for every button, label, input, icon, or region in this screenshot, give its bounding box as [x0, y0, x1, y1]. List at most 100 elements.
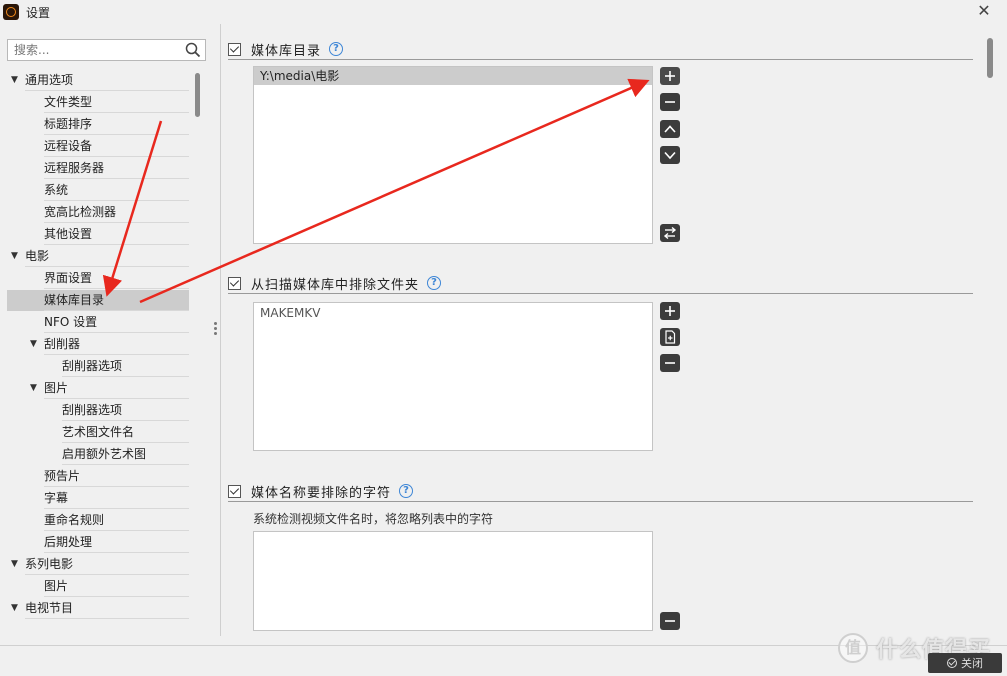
row-separator: [25, 266, 189, 267]
sidebar-item-label: 图片: [44, 579, 69, 593]
library-dir-item[interactable]: Y:\media\电影: [254, 67, 652, 85]
row-separator: [44, 288, 189, 289]
window-title: 设置: [26, 5, 51, 20]
sidebar-item[interactable]: 图片: [7, 576, 189, 597]
row-separator: [44, 244, 189, 245]
remove-strip-char-button[interactable]: [660, 612, 680, 630]
sidebar-item[interactable]: 媒体库目录: [7, 290, 189, 311]
sidebar-item[interactable]: 其他设置: [7, 224, 189, 245]
sidebar-item[interactable]: ▼ 电影: [7, 246, 189, 267]
search-icon[interactable]: [185, 42, 201, 58]
sidebar-item[interactable]: ▼ 图片: [7, 378, 189, 399]
sidebar-item-label: 标题排序: [44, 117, 93, 131]
row-separator: [62, 420, 189, 421]
sidebar-search: [7, 39, 206, 61]
sidebar-item-label: 电视节目: [25, 601, 74, 615]
sidebar-item-label: 刮削器选项: [62, 359, 123, 373]
sidebar-item[interactable]: 文件类型: [7, 92, 189, 113]
settings-tree: ▼ 通用选项 文件类型 标题排序 远程设备 远程服务器 系统 宽高比检测器 其他设置 ▼ 电影 界面设…: [7, 70, 195, 620]
sidebar-scrollbar-thumb[interactable]: [195, 73, 200, 117]
sidebar-item[interactable]: NFO 设置: [7, 312, 189, 333]
sidebar-item-label: 宽高比检测器: [44, 205, 117, 219]
sidebar-item[interactable]: 预告片: [7, 466, 189, 487]
row-separator: [44, 486, 189, 487]
main-scrollbar-thumb[interactable]: [987, 38, 993, 78]
expand-caret-icon[interactable]: ▼: [11, 598, 18, 619]
sidebar-item-label: 后期处理: [44, 535, 93, 549]
expand-caret-icon[interactable]: ▼: [30, 378, 37, 399]
sidebar-item[interactable]: 启用额外艺术图: [7, 444, 189, 465]
chevron-down-icon: [664, 151, 676, 160]
row-separator: [62, 376, 189, 377]
section-exclude-header: 从扫描媒体库中排除文件夹 ?: [228, 274, 442, 293]
library-section-checkbox[interactable]: [228, 42, 241, 56]
sidebar-item-label: 图片: [44, 381, 69, 395]
move-up-button[interactable]: [660, 120, 680, 138]
library-dir-list[interactable]: Y:\media\电影: [253, 66, 653, 244]
section-library-header: 媒体库目录 ?: [228, 40, 344, 59]
sidebar-item-label: 系统: [44, 183, 69, 197]
sidebar-item-label: 电影: [25, 249, 50, 263]
exclude-section-checkbox[interactable]: [228, 276, 241, 290]
add-library-dir-button[interactable]: [660, 67, 680, 85]
add-exclude-folder-button[interactable]: [660, 302, 680, 320]
expand-caret-icon[interactable]: ▼: [11, 246, 18, 267]
sidebar-item[interactable]: 字幕: [7, 488, 189, 509]
close-dialog-button[interactable]: 关闭: [928, 653, 1002, 673]
move-down-button[interactable]: [660, 146, 680, 164]
sidebar-scrollbar[interactable]: [194, 70, 201, 620]
sidebar-item-label: 媒体库目录: [44, 293, 105, 307]
sidebar-item[interactable]: ▼ 刮削器: [7, 334, 189, 355]
sidebar-item[interactable]: 宽高比检测器: [7, 202, 189, 223]
row-separator: [62, 442, 189, 443]
help-icon[interactable]: ?: [329, 42, 344, 56]
strip-chars-list[interactable]: [253, 531, 653, 631]
expand-caret-icon[interactable]: ▼: [30, 334, 37, 355]
search-input[interactable]: [8, 40, 183, 60]
expand-caret-icon[interactable]: ▼: [11, 70, 18, 91]
close-icon[interactable]: ✕: [975, 2, 993, 20]
sidebar-item[interactable]: ▼ 通用选项: [7, 70, 189, 91]
main-scrollbar[interactable]: [986, 38, 994, 628]
sidebar-item-label: 刮削器: [44, 337, 81, 351]
sidebar-item[interactable]: 艺术图文件名: [7, 422, 189, 443]
swap-button[interactable]: [660, 224, 680, 242]
sidebar-item[interactable]: 系统: [7, 180, 189, 201]
sidebar-item[interactable]: 界面设置: [7, 268, 189, 289]
sidebar-item[interactable]: 远程服务器: [7, 158, 189, 179]
sidebar-item[interactable]: 重命名规则: [7, 510, 189, 531]
minus-icon: [665, 620, 675, 622]
sidebar-item[interactable]: 后期处理: [7, 532, 189, 553]
section-divider: [228, 59, 973, 60]
exclude-folder-item[interactable]: MAKEMKV: [254, 304, 652, 322]
sidebar-item-label: 艺术图文件名: [62, 425, 135, 439]
minus-icon: [665, 101, 675, 103]
row-separator: [44, 222, 189, 223]
sidebar-item[interactable]: ▼ 电视节目: [7, 598, 189, 619]
remove-library-dir-button[interactable]: [660, 93, 680, 111]
sidebar-item-label: 字幕: [44, 491, 69, 505]
add-file-icon: [665, 330, 676, 344]
row-separator: [44, 332, 189, 333]
add-file-button[interactable]: [660, 328, 680, 346]
exclude-folder-list[interactable]: MAKEMKV: [253, 302, 653, 451]
sidebar-item[interactable]: ▼ 系列电影: [7, 554, 189, 575]
help-icon[interactable]: ?: [427, 276, 442, 290]
section-strip-title: 媒体名称要排除的字符: [251, 485, 392, 501]
sidebar-item[interactable]: 刮削器选项: [7, 356, 189, 377]
row-separator: [44, 156, 189, 157]
expand-caret-icon[interactable]: ▼: [11, 554, 18, 575]
remove-exclude-folder-button[interactable]: [660, 354, 680, 372]
strip-section-checkbox[interactable]: [228, 484, 241, 498]
sidebar-item[interactable]: 标题排序: [7, 114, 189, 135]
panel-splitter-handle[interactable]: [214, 322, 217, 342]
sidebar-item[interactable]: 刮削器选项: [7, 400, 189, 421]
row-separator: [44, 508, 189, 509]
app-logo-icon: [3, 4, 19, 20]
sidebar-item-label: 远程设备: [44, 139, 93, 153]
row-separator: [44, 310, 189, 311]
help-icon[interactable]: ?: [399, 484, 414, 498]
sidebar-item[interactable]: 远程设备: [7, 136, 189, 157]
sidebar-item-label: 刮削器选项: [62, 403, 123, 417]
swap-arrows-icon: [663, 226, 677, 240]
